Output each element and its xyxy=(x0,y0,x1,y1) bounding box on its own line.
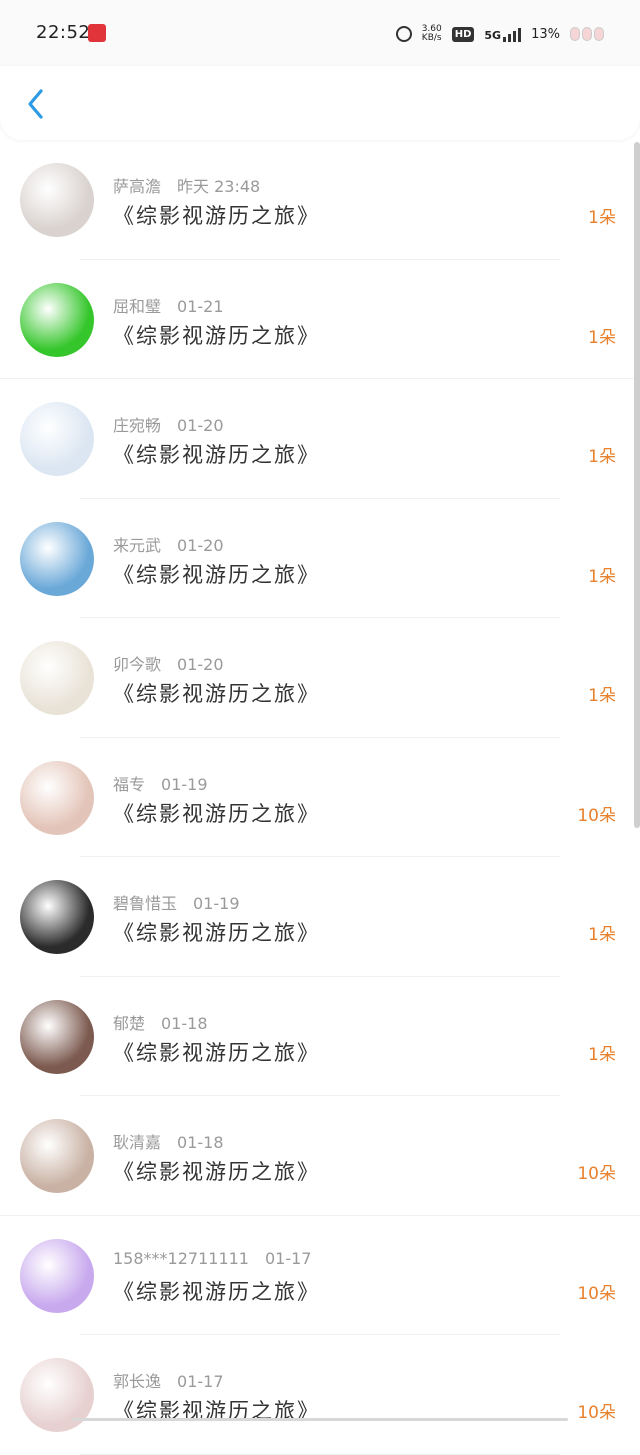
user-name: 郁楚 xyxy=(113,1013,146,1033)
network-speed-unit: KB/s xyxy=(421,33,442,43)
cellular-group: 5G xyxy=(484,26,522,42)
network-speed: 3.60 KB/s xyxy=(422,25,442,43)
user-name: 卯今歌 xyxy=(113,655,162,674)
signal-icon xyxy=(503,26,522,42)
chevron-left-icon xyxy=(28,89,43,119)
user-avatar[interactable] xyxy=(20,402,94,476)
record-date: 01-19 xyxy=(161,774,208,794)
user-avatar[interactable] xyxy=(20,641,94,715)
user-name: 郭长逸 xyxy=(113,1372,162,1391)
record-meta: 郁楚 01-18 xyxy=(113,1010,208,1034)
list-item[interactable]: 萨高澹 昨天 23:48 《综影视游历之旅》 1朵 xyxy=(0,140,640,260)
user-avatar[interactable] xyxy=(20,1119,94,1193)
list-item[interactable]: 屈和璧 01-21 《综影视游历之旅》 1朵 xyxy=(0,260,640,379)
alarm-icon xyxy=(395,26,412,42)
user-avatar[interactable] xyxy=(20,999,94,1074)
home-indicator[interactable] xyxy=(72,1418,568,1421)
record-date: 01-20 xyxy=(177,655,224,674)
status-bar: 22:52 3.60 KB/s HD 5G 13% xyxy=(0,0,640,66)
list-item[interactable]: 158***12711111 01-17 《综影视游历之旅》 10朵 xyxy=(0,1216,640,1335)
book-title: 《综影视游历之旅》 xyxy=(113,1160,320,1184)
record-date: 01-18 xyxy=(177,1133,224,1152)
record-date: 01-17 xyxy=(264,1248,312,1268)
book-title: 《综影视游历之旅》 xyxy=(113,323,320,348)
nav-bar xyxy=(0,66,640,140)
list-item[interactable]: 郁楚 01-18 《综影视游历之旅》 1朵 xyxy=(0,977,640,1096)
user-name: 碧鲁惜玉 xyxy=(113,894,178,913)
book-title: 《综影视游历之旅》 xyxy=(113,562,320,587)
list-item[interactable]: 庄宛畅 01-20 《综影视游历之旅》 1朵 xyxy=(0,379,640,499)
list-item[interactable]: 郭长逸 01-17 《综影视游历之旅》 10朵 xyxy=(0,1335,640,1455)
gift-amount: 1朵 xyxy=(588,925,616,945)
list-item[interactable]: 福专 01-19 《综影视游历之旅》 10朵 xyxy=(0,738,640,857)
book-title: 《综影视游历之旅》 xyxy=(113,921,320,945)
record-meta: 卯今歌 01-20 xyxy=(113,651,224,675)
battery-level: 13% xyxy=(531,26,560,42)
gift-amount: 10朵 xyxy=(577,1164,616,1184)
record-meta: 郭长逸 01-17 xyxy=(113,1368,224,1392)
user-name: 庄宛畅 xyxy=(113,416,162,435)
record-meta: 福专 01-19 xyxy=(113,771,208,795)
user-avatar[interactable] xyxy=(20,521,94,596)
book-title: 《综影视游历之旅》 xyxy=(113,1040,320,1065)
record-date: 01-18 xyxy=(161,1013,208,1033)
status-time: 22:52 xyxy=(36,22,91,43)
record-meta: 庄宛畅 01-20 xyxy=(113,412,224,436)
record-meta: 屈和璧 01-21 xyxy=(113,293,224,317)
record-date: 01-19 xyxy=(193,894,240,913)
gift-amount: 1朵 xyxy=(588,327,616,348)
back-button[interactable] xyxy=(20,86,50,122)
record-meta: 碧鲁惜玉 01-19 xyxy=(113,890,240,914)
book-title: 《综影视游历之旅》 xyxy=(113,682,320,706)
gift-amount: 1朵 xyxy=(588,566,616,587)
user-name: 萨高澹 xyxy=(113,177,162,196)
user-avatar[interactable] xyxy=(20,760,94,835)
record-date: 01-17 xyxy=(177,1372,224,1391)
gift-amount: 10朵 xyxy=(577,805,616,826)
user-name: 158***12711111 xyxy=(113,1248,249,1268)
gift-amount: 1朵 xyxy=(588,686,616,706)
record-meta: 来元武 01-20 xyxy=(113,532,224,556)
gift-amount: 10朵 xyxy=(577,1403,616,1423)
record-date: 01-20 xyxy=(177,535,224,555)
book-title: 《综影视游历之旅》 xyxy=(113,801,320,826)
user-name: 福专 xyxy=(113,774,146,794)
record-meta: 158***12711111 01-17 xyxy=(113,1249,311,1268)
gift-amount: 1朵 xyxy=(588,1044,616,1065)
record-date: 01-21 xyxy=(177,296,224,316)
list-item[interactable]: 碧鲁惜玉 01-19 《综影视游历之旅》 1朵 xyxy=(0,857,640,977)
user-avatar[interactable] xyxy=(20,880,94,954)
list-item[interactable]: 卯今歌 01-20 《综影视游历之旅》 1朵 xyxy=(0,618,640,738)
gift-amount: 1朵 xyxy=(588,208,616,228)
book-title: 《综影视游历之旅》 xyxy=(113,1279,320,1304)
user-avatar[interactable] xyxy=(20,282,94,357)
battery-icon xyxy=(570,27,604,41)
user-name: 耿清嘉 xyxy=(113,1133,162,1152)
gift-amount: 1朵 xyxy=(588,447,616,467)
status-indicators: 3.60 KB/s HD 5G 13% xyxy=(395,22,604,46)
book-title: 《综影视游历之旅》 xyxy=(113,443,320,467)
user-name: 来元武 xyxy=(113,535,162,555)
gift-amount: 10朵 xyxy=(577,1283,616,1304)
record-date: 01-20 xyxy=(177,416,224,435)
gift-record-list: 萨高澹 昨天 23:48 《综影视游历之旅》 1朵 屈和璧 01-21 《综影视游历之旅》 1… xyxy=(0,140,640,1455)
record-date: 昨天 23:48 xyxy=(177,177,261,196)
list-item[interactable]: 耿清嘉 01-18 《综影视游历之旅》 10朵 xyxy=(0,1096,640,1216)
app-notification-icon xyxy=(88,24,106,42)
list-item[interactable]: 来元武 01-20 《综影视游历之旅》 1朵 xyxy=(0,499,640,618)
hd-badge: HD xyxy=(451,26,475,42)
network-type: 5G xyxy=(484,29,502,42)
user-avatar[interactable] xyxy=(20,1238,94,1313)
user-avatar[interactable] xyxy=(20,163,94,237)
divider xyxy=(80,1453,560,1455)
record-meta: 耿清嘉 01-18 xyxy=(113,1129,224,1153)
record-meta: 萨高澹 昨天 23:48 xyxy=(113,173,260,197)
user-name: 屈和璧 xyxy=(113,296,162,316)
book-title: 《综影视游历之旅》 xyxy=(113,204,320,228)
scrollbar[interactable] xyxy=(634,142,640,828)
